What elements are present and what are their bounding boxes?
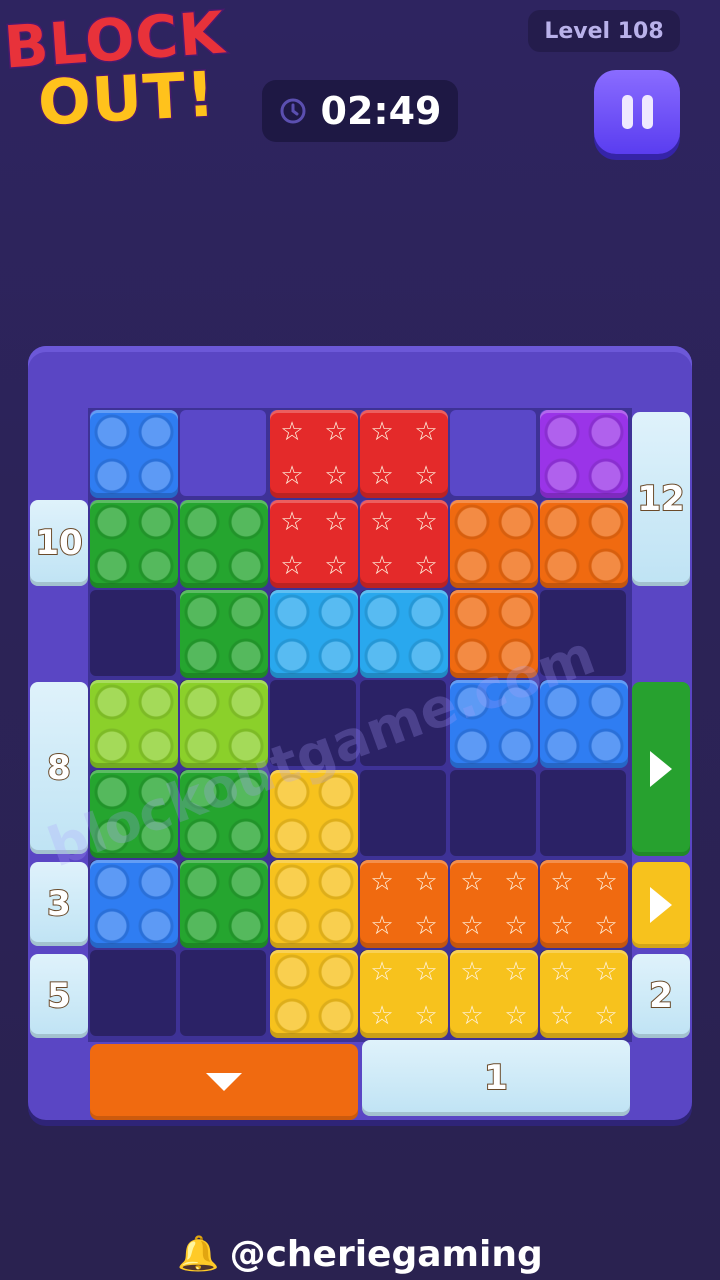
timer-value: 02:49: [320, 89, 442, 133]
grid-cell: [450, 770, 536, 856]
green-exit-door: [632, 682, 690, 856]
grid-cell: [360, 770, 446, 856]
grid-cell: [90, 950, 176, 1036]
green-block-l[interactable]: [90, 500, 178, 588]
footer-handle: @cheriegaming: [229, 1233, 543, 1275]
timer: 02:49: [262, 80, 458, 142]
level-indicator: Level 108: [528, 10, 680, 52]
door-2: 2: [632, 954, 690, 1038]
pause-icon: [621, 95, 633, 129]
arrow-right-icon: [650, 887, 672, 923]
orange-star-block[interactable]: ☆ ☆ ☆ ☆: [450, 860, 538, 948]
yellow-block-tall[interactable]: [270, 950, 358, 1038]
orange-star-block[interactable]: ☆ ☆ ☆ ☆: [360, 860, 448, 948]
cyan-block[interactable]: [360, 590, 448, 678]
blue-block-lower[interactable]: [90, 860, 178, 948]
green-block-l[interactable]: [180, 590, 268, 678]
grid-cell: [90, 590, 176, 676]
red-star-block[interactable]: ☆ ☆ ☆ ☆: [360, 500, 448, 588]
blue-block-small[interactable]: [90, 410, 178, 498]
grid-cell: [540, 770, 626, 856]
orange-star-block[interactable]: ☆ ☆ ☆ ☆: [540, 860, 628, 948]
yellow-star-block[interactable]: ☆ ☆ ☆ ☆: [450, 950, 538, 1038]
arrow-right-icon: [650, 751, 672, 787]
pause-button[interactable]: [594, 70, 680, 154]
purple-block[interactable]: [540, 410, 628, 498]
logo-line-2: OUT!: [35, 56, 219, 141]
arrow-down-icon: [206, 1073, 242, 1091]
yellow-star-block[interactable]: ☆ ☆ ☆ ☆: [540, 950, 628, 1038]
orange-exit-door: [90, 1044, 358, 1120]
door-10: 10: [30, 500, 88, 586]
lime-block[interactable]: [90, 680, 178, 768]
grid-cell: [180, 950, 266, 1036]
red-star-block[interactable]: ☆ ☆ ☆ ☆: [270, 500, 358, 588]
cyan-block[interactable]: [270, 590, 358, 678]
green-block-l[interactable]: [180, 500, 268, 588]
clock-icon: [280, 98, 306, 124]
green-block-large[interactable]: [180, 860, 268, 948]
yellow-exit-door: [632, 862, 690, 948]
orange-block-l[interactable]: [540, 500, 628, 588]
orange-block-l[interactable]: [450, 500, 538, 588]
door-1: 1: [362, 1040, 630, 1116]
red-star-block[interactable]: ☆ ☆ ☆ ☆: [360, 410, 448, 498]
yellow-block-tall[interactable]: [270, 860, 358, 948]
grid-cell: [180, 410, 266, 496]
footer: 🔔 @cheriegaming: [0, 1228, 720, 1280]
game-logo: BLOCK OUT!: [0, 0, 265, 150]
bell-icon: 🔔: [177, 1234, 220, 1274]
yellow-star-block[interactable]: ☆ ☆ ☆ ☆: [360, 950, 448, 1038]
grid-cell: [450, 410, 536, 496]
door-12: 12: [632, 412, 690, 586]
door-5: 5: [30, 954, 88, 1038]
red-star-block[interactable]: ☆ ☆ ☆ ☆: [270, 410, 358, 498]
